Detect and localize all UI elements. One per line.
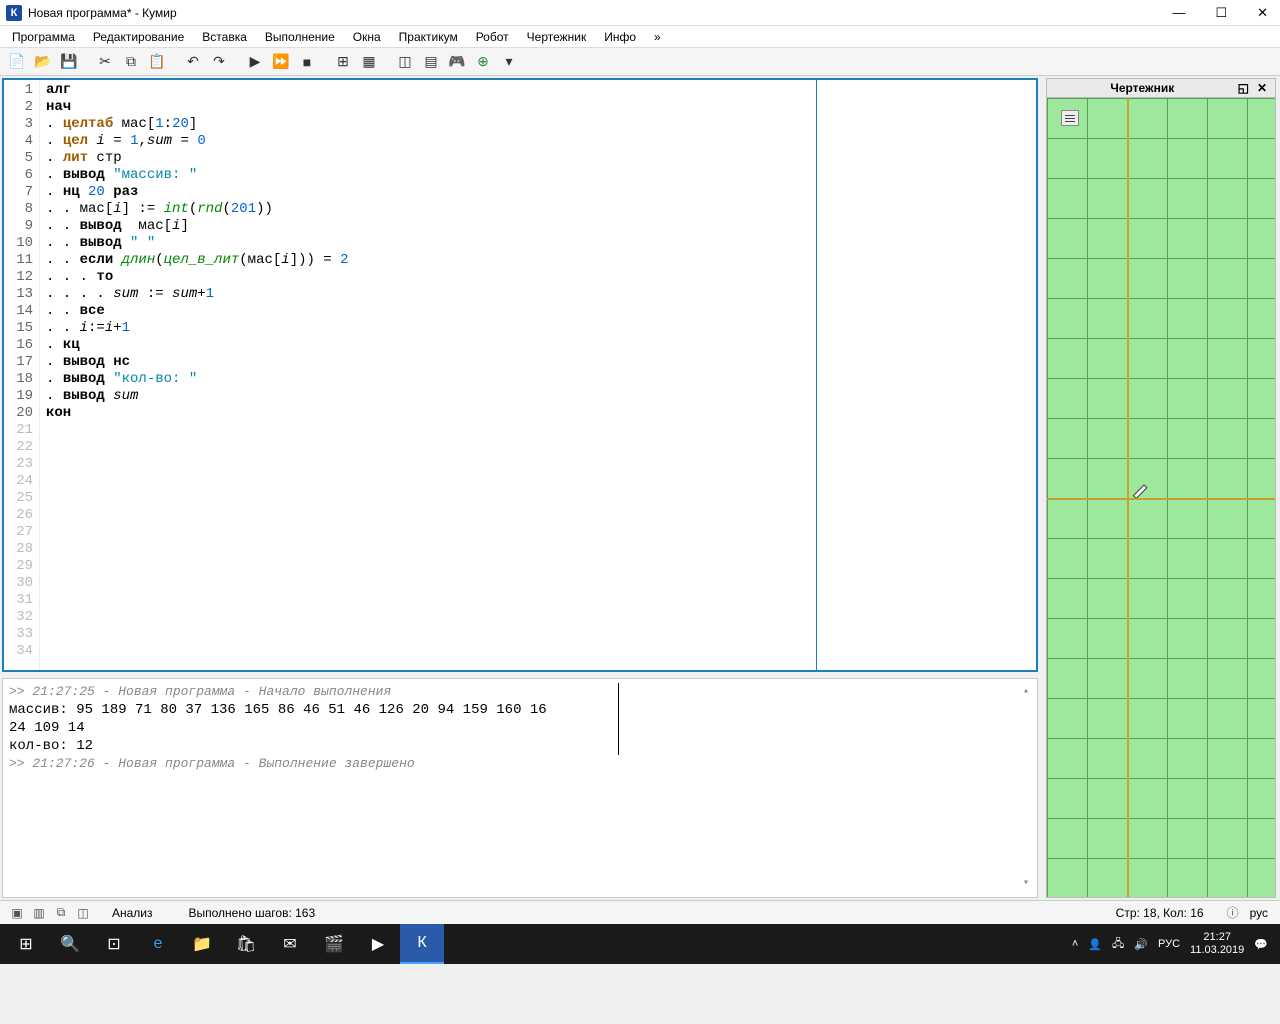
panel-close-icon[interactable]: ✕ — [1253, 81, 1271, 95]
tool1-icon[interactable]: ⊞ — [332, 51, 354, 73]
sb-lang[interactable]: рус — [1244, 906, 1274, 920]
menu-windows[interactable]: Окна — [345, 28, 389, 46]
tray-clock[interactable]: 21:2711.03.2019 — [1190, 931, 1244, 957]
menu-insert[interactable]: Вставка — [194, 28, 255, 46]
add-icon[interactable]: ⊕ — [472, 51, 494, 73]
drawer-panel-title: Чертежник — [1051, 81, 1234, 95]
menu-more[interactable]: » — [646, 28, 669, 46]
paste-icon[interactable]: 📋 — [146, 51, 168, 73]
menu-drawer[interactable]: Чертежник — [519, 28, 595, 46]
tool2-icon[interactable]: ▦ — [358, 51, 380, 73]
sb-tool1-icon[interactable]: ▥ — [28, 904, 50, 922]
drawer-canvas[interactable] — [1046, 98, 1276, 898]
layout1-icon[interactable]: ◫ — [394, 51, 416, 73]
explorer-icon[interactable]: 📁 — [180, 924, 224, 964]
app-icon: К — [6, 5, 22, 21]
sb-tool3-icon[interactable]: ◫ — [72, 904, 94, 922]
undo-icon[interactable]: ↶ — [182, 51, 204, 73]
menu-info[interactable]: Инфо — [596, 28, 644, 46]
code-editor[interactable]: 1234567891011121314151617181920212223242… — [2, 78, 1038, 672]
window-titlebar: К Новая программа* - Кумир — ☐ ✕ — [0, 0, 1280, 26]
taskbar: ⊞ 🔍 ⊡ e 📁 🛍 ✉ 🎬 ▶ К ˄ 👤 🖧 🔊 РУС 21:2711.… — [0, 924, 1280, 964]
gamepad-icon[interactable]: 🎮 — [446, 51, 468, 73]
tray-lang[interactable]: РУС — [1158, 938, 1180, 950]
menu-practice[interactable]: Практикум — [391, 28, 466, 46]
sb-analysis: Анализ — [94, 906, 171, 920]
start-button[interactable]: ⊞ — [4, 924, 48, 964]
store-icon[interactable]: 🛍 — [224, 924, 268, 964]
mail-icon[interactable]: ✉ — [268, 924, 312, 964]
movies-icon[interactable]: 🎬 — [312, 924, 356, 964]
panel-dock-icon[interactable]: ◱ — [1234, 81, 1253, 95]
menu-program[interactable]: Программа — [4, 28, 83, 46]
copy-icon[interactable]: ⧉ — [120, 51, 142, 73]
output-cursor — [618, 683, 619, 755]
minimize-button[interactable]: — — [1166, 3, 1191, 23]
main-area: 1234567891011121314151617181920212223242… — [0, 76, 1280, 900]
save-file-icon[interactable]: 💾 — [58, 51, 80, 73]
tray-volume-icon[interactable]: 🔊 — [1134, 938, 1148, 951]
tray-people-icon[interactable]: 👤 — [1088, 938, 1102, 951]
maximize-button[interactable]: ☐ — [1209, 3, 1233, 23]
kumir-task-icon[interactable]: К — [400, 924, 444, 964]
tray-network-icon[interactable]: 🖧 — [1112, 935, 1124, 954]
redo-icon[interactable]: ↷ — [208, 51, 230, 73]
cut-icon[interactable]: ✂ — [94, 51, 116, 73]
output-scrollbar[interactable]: ▴▾ — [1023, 683, 1035, 893]
sb-console-icon[interactable]: ▣ — [6, 904, 28, 922]
stop-icon[interactable]: ■ — [296, 51, 318, 73]
toolbar: 📄 📂 💾 ✂ ⧉ 📋 ↶ ↷ ▶ ⏩ ■ ⊞ ▦ ◫ ▤ 🎮 ⊕ ▾ — [0, 48, 1280, 76]
media-icon[interactable]: ▶ — [356, 924, 400, 964]
statusbar: ▣ ▥ ⧉ ◫ Анализ Выполнено шагов: 163 Стр:… — [0, 900, 1280, 924]
menu-run[interactable]: Выполнение — [257, 28, 343, 46]
new-file-icon[interactable]: 📄 — [6, 51, 28, 73]
output-line2: 24 109 14 — [9, 719, 1031, 737]
chevron-down-icon[interactable]: ▾ — [498, 51, 520, 73]
tray-notifications-icon[interactable]: 💬 — [1254, 938, 1268, 951]
pen-icon — [1131, 484, 1156, 509]
window-title: Новая программа* - Кумир — [28, 6, 1166, 20]
drawer-panel-header: Чертежник ◱ ✕ — [1046, 78, 1276, 98]
tray-chevron-icon[interactable]: ˄ — [1072, 938, 1078, 950]
menu-robot[interactable]: Робот — [468, 28, 517, 46]
sb-info-icon[interactable]: ⓘ — [1222, 904, 1244, 922]
output-console[interactable]: >> 21:27:25 - Новая программа - Начало в… — [2, 678, 1038, 898]
sb-tool2-icon[interactable]: ⧉ — [50, 904, 72, 922]
output-line3: кол-во: 12 — [9, 737, 1031, 755]
sb-steps: Выполнено шагов: 163 — [171, 906, 334, 920]
run-icon[interactable]: ▶ — [244, 51, 266, 73]
search-icon[interactable]: 🔍 — [48, 924, 92, 964]
taskview-icon[interactable]: ⊡ — [92, 924, 136, 964]
system-tray[interactable]: ˄ 👤 🖧 🔊 РУС 21:2711.03.2019 💬 — [1064, 931, 1276, 957]
output-end: >> 21:27:26 - Новая программа - Выполнен… — [9, 755, 1031, 773]
menubar: Программа Редактирование Вставка Выполне… — [0, 26, 1280, 48]
canvas-menu-icon[interactable] — [1061, 110, 1079, 126]
open-file-icon[interactable]: 📂 — [32, 51, 54, 73]
output-start: >> 21:27:25 - Новая программа - Начало в… — [9, 683, 1031, 701]
close-button[interactable]: ✕ — [1251, 3, 1274, 23]
sb-position: Стр: 18, Кол: 16 — [1098, 906, 1222, 920]
step-icon[interactable]: ⏩ — [270, 51, 292, 73]
menu-edit[interactable]: Редактирование — [85, 28, 192, 46]
output-line1: массив: 95 189 71 80 37 136 165 86 46 51… — [9, 701, 1031, 719]
line-gutter: 1234567891011121314151617181920212223242… — [4, 80, 40, 670]
layout2-icon[interactable]: ▤ — [420, 51, 442, 73]
code-content[interactable]: алгнач. целтаб мас[1:20]. цел i = 1,sum … — [40, 80, 816, 670]
editor-side-pane — [816, 80, 1036, 670]
edge-icon[interactable]: e — [136, 924, 180, 964]
